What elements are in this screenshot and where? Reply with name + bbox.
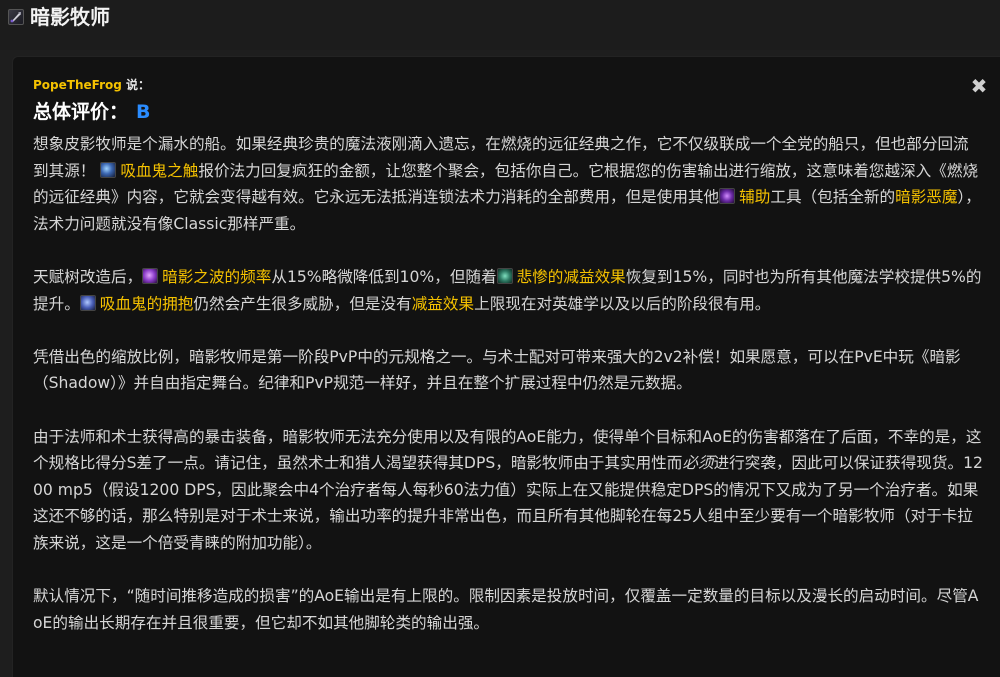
paragraph-3: 凭借出色的缩放比例，暗影牧师是第一阶段PvP中的元规格之一。与术士配对可带来强大… bbox=[33, 347, 961, 393]
shadow-priest-class-icon bbox=[8, 9, 24, 25]
page-title: 暗影牧师 bbox=[30, 5, 110, 29]
paragraph-1: 想象皮影牧师是个漏水的船。如果经典珍贵的魔法液刚滴入遗忘，在燃烧的远征经典之作，… bbox=[33, 131, 983, 237]
emphasis-text: 必须 bbox=[682, 454, 714, 473]
paragraph-text: 天赋树改造后， bbox=[33, 267, 143, 286]
misery-icon[interactable] bbox=[496, 267, 513, 284]
spell-link-debuff[interactable]: 减益效果 bbox=[412, 295, 474, 313]
author-name[interactable]: PopeTheFrog bbox=[33, 78, 122, 92]
vampiric-embrace-icon[interactable] bbox=[79, 294, 96, 311]
review-body: 想象皮影牧师是个漏水的船。如果经典珍贵的魔法液刚滴入遗忘，在燃烧的远征经典之作，… bbox=[33, 131, 983, 663]
page-header: 暗影牧师 bbox=[0, 0, 1000, 50]
shadow-weaving-icon[interactable] bbox=[142, 267, 159, 284]
paragraph-2: 天赋树改造后， 暗影之波的频率从15%略微降低到10%，但随着 悲惨的减益效果恢复到… bbox=[33, 264, 983, 317]
helper-spell-icon[interactable] bbox=[719, 188, 736, 205]
vampiric-touch-icon[interactable] bbox=[100, 161, 117, 178]
spell-link-helper[interactable]: 辅助 bbox=[739, 188, 770, 206]
spell-link-shadow-weaving[interactable]: 暗影之波的频率 bbox=[162, 268, 271, 286]
close-button[interactable]: ✖ bbox=[970, 76, 988, 96]
paragraph-text: 上限现在对英雄学以及以后的阶段很有用。 bbox=[474, 294, 771, 313]
rating-grade: B bbox=[136, 101, 151, 123]
author-says-label: 说： bbox=[126, 78, 151, 92]
paragraph-text: 工具（包括全新的 bbox=[770, 188, 896, 207]
paragraph-text: 从15%略微降低到10%，但随着 bbox=[271, 267, 497, 286]
paragraph-5: 默认情况下，“随时间推移造成的损害”的AoE输出是有上限的。限制因素是投放时间，… bbox=[33, 587, 979, 632]
spell-link-vampiric-embrace[interactable]: 吸血鬼的拥抱 bbox=[100, 295, 194, 313]
rating-label: 总体评价： bbox=[33, 101, 129, 123]
page: 暗影牧师 ✖ PopeTheFrog 说： 总体评价： B 想象皮影牧师是个漏水的… bbox=[0, 0, 1000, 677]
review-panel: ✖ PopeTheFrog 说： 总体评价： B 想象皮影牧师是个漏水的船。如果经… bbox=[12, 56, 1000, 677]
paragraph-text: 仍然会产生很多威胁，但是没有 bbox=[193, 294, 412, 313]
spell-link-shadowfiend[interactable]: 暗影恶魔 bbox=[895, 188, 957, 206]
spell-link-misery[interactable]: 悲惨的减益效果 bbox=[517, 268, 626, 286]
overall-rating: 总体评价： B bbox=[33, 99, 151, 125]
paragraph-4: 由于法师和术士获得高的暴击装备，暗影牧师无法充分使用以及有限的AoE能力，使得单… bbox=[33, 424, 983, 557]
spell-link-vampiric-touch[interactable]: 吸血鬼之触 bbox=[120, 162, 198, 180]
review-author-line: PopeTheFrog 说： bbox=[33, 77, 150, 93]
